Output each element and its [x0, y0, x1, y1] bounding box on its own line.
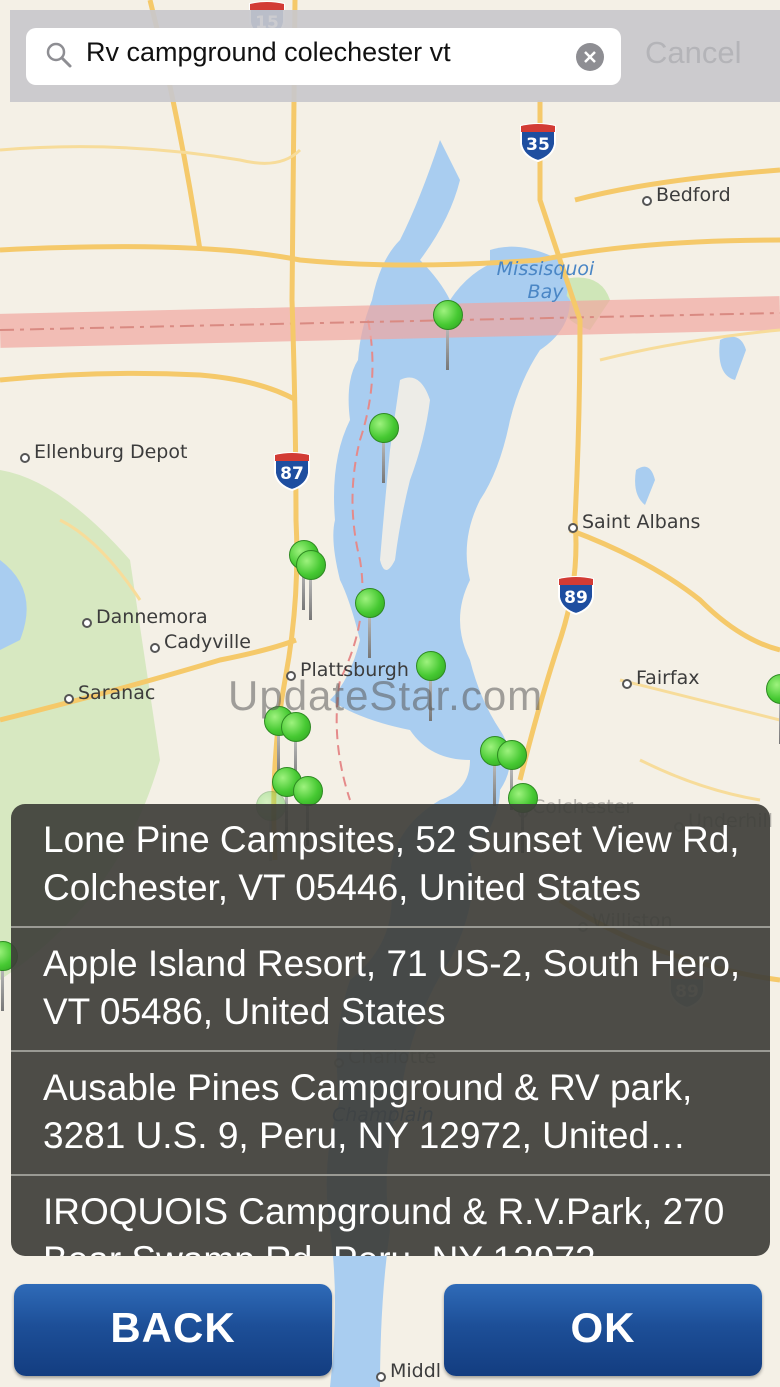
result-text: Ausable Pines Campground & RV park, 3281…: [43, 1067, 693, 1156]
clear-search-icon[interactable]: [576, 43, 604, 71]
map-pin-icon[interactable]: [355, 588, 385, 658]
place-dot: [568, 523, 578, 533]
result-text: IROQUOIS Campground & R.V.Park, 270 Bear…: [43, 1191, 725, 1256]
result-text: Lone Pine Campsites, 52 Sunset View Rd, …: [43, 819, 740, 908]
pin-head: [433, 300, 463, 330]
pin-head: [355, 588, 385, 618]
place-dot: [82, 618, 92, 628]
place-label: Dannemora: [96, 606, 208, 628]
shield-number: 35: [526, 135, 550, 155]
result-item[interactable]: Lone Pine Campsites, 52 Sunset View Rd, …: [11, 804, 770, 928]
place-dot: [150, 643, 160, 653]
pin-stem: [368, 614, 371, 658]
results-list[interactable]: Lone Pine Campsites, 52 Sunset View Rd, …: [11, 804, 770, 1256]
pin-stem: [309, 576, 312, 620]
place-label: Saranac: [78, 682, 156, 704]
pin-head: [497, 740, 527, 770]
place-dot: [64, 694, 74, 704]
place-label: Ellenburg Depot: [34, 441, 188, 463]
shield-number: 89: [564, 588, 588, 608]
place-label: Cadyville: [164, 631, 251, 653]
map-pin-icon[interactable]: [433, 300, 463, 370]
result-text: Apple Island Resort, 71 US-2, South Hero…: [43, 943, 741, 1032]
pin-head: [296, 550, 326, 580]
place-label: Middl: [390, 1360, 442, 1382]
pin-head: [766, 674, 780, 704]
map-pin-icon[interactable]: [369, 413, 399, 483]
search-icon: [46, 42, 72, 68]
pin-stem: [493, 762, 496, 806]
watermark: UpdateStar.com: [228, 672, 544, 719]
place-dot: [622, 679, 632, 689]
interstate-shield-icon: 87: [273, 451, 311, 492]
search-query-text: Rv campground colechester vt: [86, 37, 451, 67]
place-label: Bedford: [656, 184, 731, 206]
map-pin-icon[interactable]: [766, 674, 780, 744]
interstate-shield-icon: 89: [557, 575, 595, 616]
pin-stem: [446, 326, 449, 370]
place-dot: [642, 196, 652, 206]
shield-number: 87: [280, 464, 304, 484]
place-label: Saint Albans: [582, 511, 701, 533]
ok-button[interactable]: OK: [444, 1284, 762, 1376]
pin-stem: [1, 967, 4, 1011]
result-item[interactable]: Ausable Pines Campground & RV park, 3281…: [11, 1052, 770, 1176]
water-label: Missisquoi Bay: [496, 258, 595, 303]
back-button[interactable]: BACK: [14, 1284, 332, 1376]
pin-stem: [382, 439, 385, 483]
interstate-shield-icon: 35: [519, 122, 557, 163]
result-item[interactable]: IROQUOIS Campground & R.V.Park, 270 Bear…: [11, 1176, 770, 1256]
result-item[interactable]: Apple Island Resort, 71 US-2, South Hero…: [11, 928, 770, 1052]
place-label: Fairfax: [636, 667, 700, 689]
map-pin-icon[interactable]: [296, 550, 326, 620]
place-dot: [376, 1372, 386, 1382]
cancel-button[interactable]: Cancel: [645, 35, 742, 71]
pin-head: [369, 413, 399, 443]
place-dot: [20, 453, 30, 463]
pin-head: [293, 776, 323, 806]
